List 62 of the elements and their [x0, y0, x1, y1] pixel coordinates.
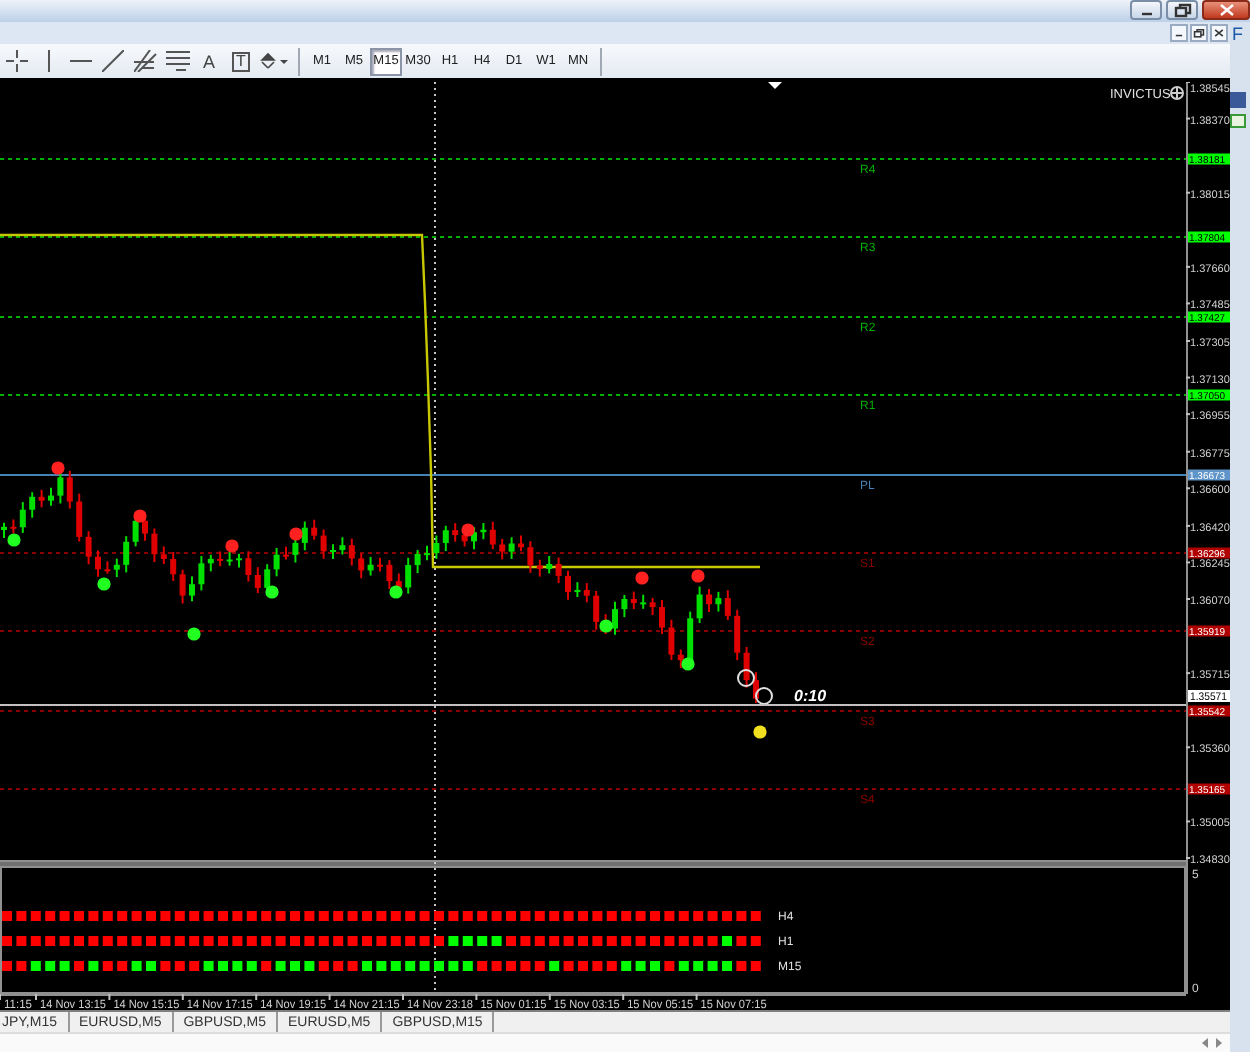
lines-icon — [165, 50, 189, 72]
signal-marker — [51, 461, 65, 475]
candle — [377, 556, 383, 573]
signal-marker — [461, 523, 475, 537]
fibonacci-button[interactable] — [130, 46, 160, 76]
vertical-line-icon — [46, 50, 52, 72]
window-icon — [1230, 114, 1246, 128]
fan-lines-icon — [133, 50, 157, 72]
signal-marker — [599, 619, 613, 633]
signal-marker — [7, 533, 21, 547]
minimize-button[interactable] — [1130, 0, 1162, 20]
close-button[interactable] — [1210, 24, 1228, 42]
crosshair-button[interactable] — [2, 46, 32, 76]
restore-button[interactable] — [1190, 24, 1208, 42]
globe-icon — [1171, 87, 1183, 99]
ring-marker — [755, 687, 773, 705]
candle — [706, 587, 712, 613]
signal-marker — [97, 577, 111, 591]
trend-line-button[interactable] — [98, 46, 128, 76]
candle — [189, 575, 195, 603]
close-icon — [1212, 26, 1226, 40]
candle — [142, 513, 148, 542]
signal-marker — [289, 527, 303, 541]
candle — [330, 543, 336, 560]
candle-timer: 0:10 — [794, 687, 827, 705]
candle — [659, 598, 665, 636]
restore-icon — [1192, 26, 1206, 40]
signal-marker — [225, 539, 239, 553]
signal-marker — [681, 657, 695, 671]
scroll-right-icon — [1216, 1038, 1222, 1048]
close-icon — [1215, 2, 1237, 18]
candle — [518, 534, 524, 553]
lines-button[interactable] — [162, 46, 192, 76]
arrows-dropdown-icon — [260, 50, 288, 72]
horizontal-line-icon — [70, 58, 92, 64]
candle — [95, 549, 101, 578]
text-label-button[interactable]: T — [226, 46, 256, 76]
candle — [612, 600, 618, 636]
candle — [283, 545, 289, 561]
text-tool-button[interactable]: A — [194, 46, 224, 76]
candle — [753, 671, 759, 705]
restore-icon — [1171, 2, 1193, 18]
signal-marker — [753, 725, 767, 739]
app-icon — [1230, 92, 1246, 108]
close-button[interactable] — [1202, 0, 1250, 20]
candle — [424, 544, 430, 562]
panel-text: F — [1230, 24, 1243, 44]
signal-marker — [265, 585, 279, 599]
restore-button[interactable] — [1166, 0, 1198, 20]
signal-marker — [691, 569, 705, 583]
signal-marker — [635, 571, 649, 585]
crosshair-icon — [6, 50, 28, 72]
ring-marker — [737, 669, 755, 687]
signal-marker — [389, 585, 403, 599]
candle — [565, 569, 571, 601]
candle — [236, 552, 242, 569]
signal-marker — [187, 627, 201, 641]
candle — [48, 486, 54, 507]
signal-marker — [133, 509, 147, 523]
diagonal-line-icon — [102, 50, 124, 72]
scroll-left-icon — [1202, 1038, 1208, 1048]
candle — [1, 521, 7, 539]
